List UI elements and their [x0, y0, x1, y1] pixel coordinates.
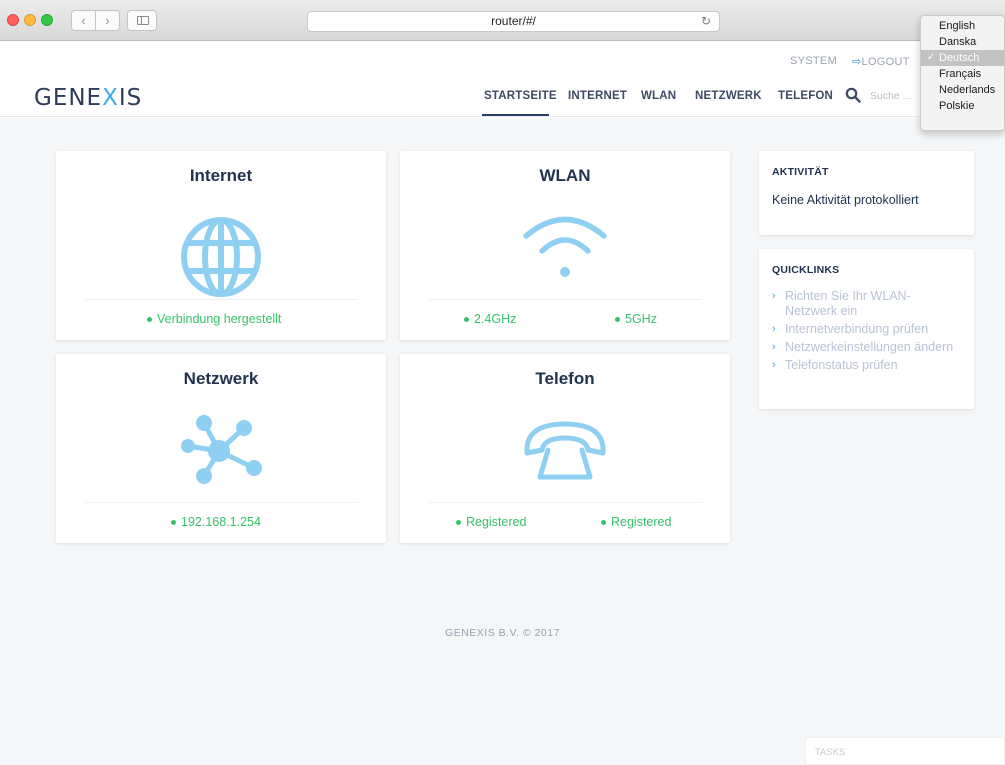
network-icon: [181, 415, 262, 484]
wlan-card[interactable]: WLAN 2.4GHz 5GHz: [400, 151, 730, 340]
card-divider: [84, 299, 358, 300]
activity-panel: AKTIVITÄT Keine Aktivität protokolliert: [759, 151, 974, 235]
logout-icon: ⇨: [852, 56, 862, 68]
search-icon[interactable]: [845, 87, 861, 103]
telefon-line1-status: Registered: [456, 515, 526, 529]
reload-icon[interactable]: ↻: [701, 12, 711, 31]
nav-telefon[interactable]: TELEFON: [778, 90, 833, 102]
history-buttons: ‹ ›: [71, 10, 120, 31]
wifi-icon: [523, 216, 607, 277]
chevron-right-icon: ›: [772, 323, 776, 335]
chevron-right-icon: ›: [772, 341, 776, 353]
quicklinks-list: › Richten Sie Ihr WLAN-Netzwerk ein › Inte…: [772, 289, 962, 376]
dashboard: Internet Verbindung hergestellt WLAN 2.4…: [0, 118, 1005, 765]
status-dot: [171, 519, 176, 525]
chevron-right-icon: ›: [772, 290, 776, 302]
wlan-24ghz-status: 2.4GHz: [464, 312, 516, 326]
quicklinks-panel: QUICKLINKS › Richten Sie Ihr WLAN-Netzwer…: [759, 249, 974, 409]
card-title: Netzwerk: [183, 369, 259, 388]
search-input[interactable]: [870, 88, 920, 104]
quicklink-network-settings[interactable]: › Netzwerkeinstellungen ändern: [772, 340, 962, 355]
close-window-button[interactable]: [7, 14, 19, 26]
globe-icon: [181, 217, 261, 297]
status-dot: [456, 519, 461, 525]
telefon-card[interactable]: Telefon Registered Registered: [400, 354, 730, 543]
internet-status: Verbindung hergestellt: [147, 312, 281, 326]
status-dot: [601, 519, 606, 525]
netzwerk-ip-status: 192.168.1.254: [171, 515, 261, 529]
logout-link[interactable]: ⇨LOGOUT: [852, 55, 910, 68]
language-option-francais[interactable]: Français: [921, 66, 1004, 82]
sidebar-toggle-button[interactable]: [127, 10, 157, 31]
language-option-deutsch[interactable]: ✓ Deutsch: [921, 50, 1004, 66]
chevron-right-icon: ›: [772, 359, 776, 371]
address-bar[interactable]: router/#/ ↻: [307, 11, 720, 32]
site-header: GENEXIS SYSTEM ⇨LOGOUT STARTSEITE INTERN…: [0, 41, 1005, 117]
nav-wlan[interactable]: WLAN: [641, 90, 676, 102]
genexis-logo[interactable]: GENEXIS: [34, 85, 142, 111]
browser-toolbar: ‹ › router/#/ ↻: [0, 0, 1005, 41]
wlan-5ghz-status: 5GHz: [615, 312, 657, 326]
card-title: WLAN: [539, 166, 591, 185]
language-option-english[interactable]: English: [921, 18, 1004, 34]
language-option-polskie[interactable]: Polskie: [921, 98, 1004, 114]
card-title: Telefon: [535, 369, 595, 388]
quicklinks-title: QUICKLINKS: [772, 264, 840, 276]
footer-copyright: GENEXIS B.V. © 2017: [445, 627, 560, 639]
language-option-danska[interactable]: Danska: [921, 34, 1004, 50]
status-dot: [615, 316, 620, 322]
language-option-nederlands[interactable]: Nederlands: [921, 82, 1004, 98]
quicklink-phone-status[interactable]: › Telefonstatus prüfen: [772, 358, 962, 373]
logout-label: LOGOUT: [861, 56, 910, 68]
telephone-icon: [524, 421, 606, 480]
card-title: Internet: [189, 166, 253, 185]
tasks-label: TASKS: [815, 747, 846, 757]
netzwerk-card[interactable]: Netzwerk 192.168.1.254: [56, 354, 386, 543]
sidebar-icon: [137, 16, 149, 25]
activity-title: AKTIVITÄT: [772, 166, 829, 178]
tasks-panel[interactable]: TASKS: [805, 737, 1005, 765]
checkmark-icon: ✓: [927, 52, 936, 63]
card-divider: [84, 502, 358, 503]
telefon-line2-status: Registered: [601, 515, 671, 529]
url-text: router/#/: [491, 14, 536, 28]
nav-internet[interactable]: INTERNET: [568, 90, 627, 102]
minimize-window-button[interactable]: [24, 14, 36, 26]
quicklink-internet-check[interactable]: › Internetverbindung prüfen: [772, 322, 962, 337]
active-nav-indicator: [482, 114, 549, 116]
forward-button[interactable]: ›: [96, 11, 119, 30]
internet-card[interactable]: Internet Verbindung hergestellt: [56, 151, 386, 340]
language-dropdown: English Danska ✓ Deutsch Français Nederla…: [920, 15, 1005, 131]
system-link[interactable]: SYSTEM: [790, 55, 837, 67]
back-button[interactable]: ‹: [72, 11, 96, 30]
maximize-window-button[interactable]: [41, 14, 53, 26]
quicklink-wlan-setup[interactable]: › Richten Sie Ihr WLAN-Netzwerk ein: [772, 289, 962, 319]
activity-text: Keine Aktivität protokolliert: [772, 193, 919, 207]
nav-netzwerk[interactable]: NETZWERK: [695, 90, 762, 102]
card-divider: [428, 502, 702, 503]
nav-startseite[interactable]: STARTSEITE: [484, 90, 557, 102]
status-dot: [464, 316, 469, 322]
status-dot: [147, 316, 152, 322]
card-divider: [428, 299, 702, 300]
